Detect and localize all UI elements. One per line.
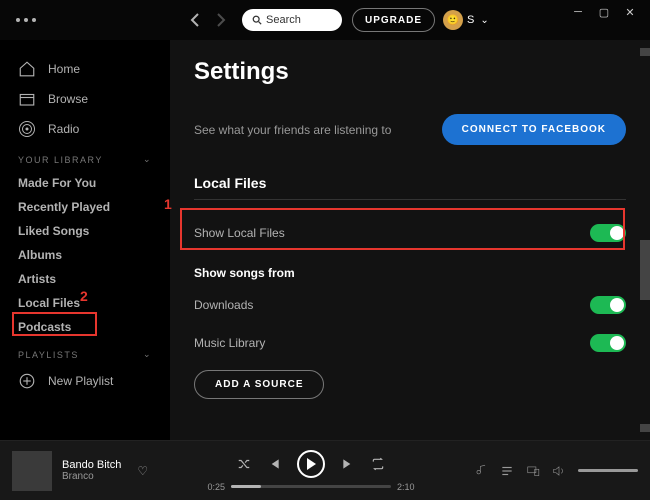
scrollbar-track[interactable]: [640, 40, 650, 440]
search-input[interactable]: Search: [242, 9, 342, 31]
like-icon[interactable]: ♡: [137, 464, 148, 478]
volume-bar[interactable]: [578, 469, 638, 472]
sidebar-section-library: YOUR LIBRARY ⌄: [0, 144, 170, 171]
sidebar-item-label: Browse: [48, 92, 88, 106]
search-placeholder: Search: [266, 14, 301, 26]
search-icon: [252, 15, 262, 25]
play-button[interactable]: [297, 450, 325, 478]
downloads-row: Downloads: [194, 286, 626, 324]
forward-button[interactable]: [212, 11, 230, 29]
radio-icon: [18, 120, 36, 138]
show-local-files-toggle[interactable]: [590, 224, 626, 242]
local-files-header: Local Files: [194, 175, 626, 191]
divider: [194, 199, 626, 200]
app-menu-dots[interactable]: [16, 18, 36, 22]
scroll-up-arrow[interactable]: [640, 48, 650, 56]
player-bar: Bando Bitch Branco ♡ 0:25 2:10: [0, 440, 650, 500]
chevron-down-icon[interactable]: ⌄: [143, 349, 152, 360]
annotation-label-2: 2: [80, 288, 88, 304]
user-initial: S: [467, 14, 474, 26]
setting-label: Downloads: [194, 298, 253, 312]
sidebar-item-label: New Playlist: [48, 374, 113, 388]
music-library-toggle[interactable]: [590, 334, 626, 352]
plus-circle-icon: [18, 372, 36, 390]
page-title: Settings: [194, 58, 626, 86]
sidebar-item-label: Home: [48, 62, 80, 76]
sidebar-item-made-for-you[interactable]: Made For You: [0, 171, 170, 195]
lyrics-icon[interactable]: [474, 464, 488, 478]
setting-label: Show Local Files: [194, 226, 285, 240]
browse-icon: [18, 90, 36, 108]
sidebar-item-home[interactable]: Home: [0, 54, 170, 84]
add-source-button[interactable]: ADD A SOURCE: [194, 370, 324, 399]
show-songs-from-header: Show songs from: [194, 266, 626, 280]
next-icon[interactable]: [341, 457, 355, 471]
progress-bar[interactable]: [231, 485, 391, 488]
settings-content: Settings See what your friends are liste…: [170, 40, 650, 440]
sidebar-item-new-playlist[interactable]: New Playlist: [0, 366, 170, 396]
sidebar-item-albums[interactable]: Albums: [0, 243, 170, 267]
chevron-down-icon[interactable]: ⌄: [143, 154, 152, 165]
downloads-toggle[interactable]: [590, 296, 626, 314]
music-library-row: Music Library: [194, 324, 626, 362]
sidebar-item-recently-played[interactable]: Recently Played: [0, 195, 170, 219]
previous-icon[interactable]: [267, 457, 281, 471]
sidebar-item-liked-songs[interactable]: Liked Songs: [0, 219, 170, 243]
repeat-icon[interactable]: [371, 457, 385, 471]
now-playing-title[interactable]: Bando Bitch: [62, 459, 121, 471]
friends-text: See what your friends are listening to: [194, 123, 391, 137]
upgrade-button[interactable]: UPGRADE: [352, 8, 435, 32]
album-art[interactable]: [12, 451, 52, 491]
scrollbar-thumb[interactable]: [640, 240, 650, 300]
annotation-label-1: 1: [164, 196, 172, 212]
sidebar: Home Browse Radio YOUR LIBRARY ⌄ Made Fo…: [0, 40, 170, 440]
close-button[interactable]: ✕: [624, 6, 636, 18]
sidebar-section-playlists: PLAYLISTS ⌄: [0, 339, 170, 366]
volume-icon[interactable]: [552, 464, 566, 478]
devices-icon[interactable]: [526, 464, 540, 478]
sidebar-item-radio[interactable]: Radio: [0, 114, 170, 144]
scroll-down-arrow[interactable]: [640, 424, 650, 432]
user-menu-chevron-icon[interactable]: ⌄: [480, 15, 488, 26]
sidebar-item-label: Radio: [48, 122, 79, 136]
sidebar-item-browse[interactable]: Browse: [0, 84, 170, 114]
avatar[interactable]: 🙂: [443, 10, 463, 30]
home-icon: [18, 60, 36, 78]
time-total: 2:10: [397, 482, 415, 492]
connect-facebook-button[interactable]: CONNECT TO FACEBOOK: [442, 114, 626, 145]
shuffle-icon[interactable]: [237, 457, 251, 471]
top-bar: Search UPGRADE 🙂 S ⌄ ─ ▢ ✕: [0, 0, 650, 40]
progress-fill: [231, 485, 261, 488]
queue-icon[interactable]: [500, 464, 514, 478]
back-button[interactable]: [186, 11, 204, 29]
sidebar-item-podcasts[interactable]: Podcasts: [0, 315, 170, 339]
setting-label: Music Library: [194, 336, 265, 350]
time-current: 0:25: [208, 482, 226, 492]
show-local-files-row: Show Local Files: [194, 214, 626, 252]
now-playing-artist[interactable]: Branco: [62, 471, 121, 482]
maximize-button[interactable]: ▢: [598, 6, 610, 18]
minimize-button[interactable]: ─: [572, 6, 584, 18]
